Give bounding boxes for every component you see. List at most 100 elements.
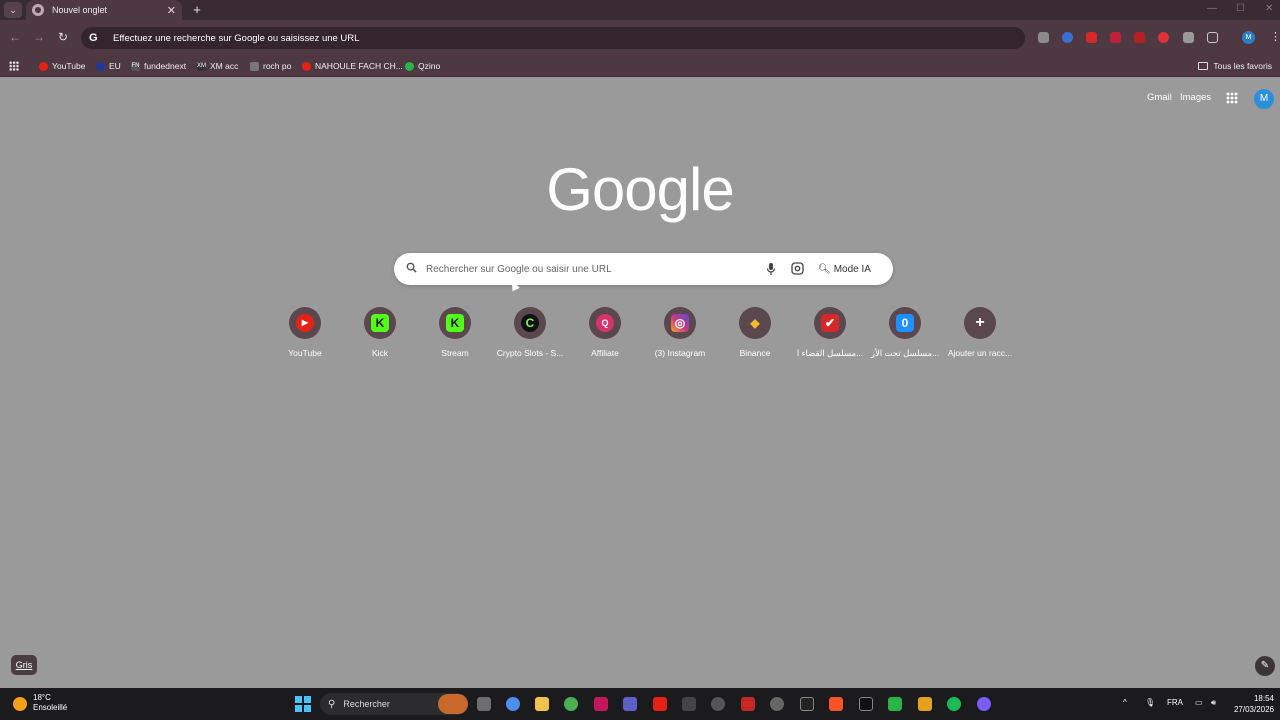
microphone-icon[interactable]: 🎙︎	[1145, 698, 1155, 707]
menu-icon[interactable]: ⋮	[1270, 30, 1280, 43]
bookmark-qzino[interactable]: Qzino	[405, 59, 440, 73]
shortcut-add[interactable]: + Ajouter un racc...	[942, 306, 1018, 358]
ai-search-icon: 🔍︎	[818, 263, 831, 275]
sun-icon[interactable]	[13, 697, 27, 711]
weather-condition: Ensoleillé	[33, 703, 68, 712]
shortcut-youtube[interactable]: ▶ YouTube	[267, 306, 343, 358]
app-icon[interactable]	[770, 697, 784, 711]
address-bar[interactable]: G Effectuez une recherche sur Google ou …	[81, 27, 1025, 49]
bookmark-label: roch po	[263, 61, 292, 71]
brave-icon[interactable]	[829, 697, 843, 711]
theme-chip[interactable]: Gris	[11, 655, 37, 675]
bookmark-label: fundednext	[144, 61, 187, 71]
volume-icon[interactable]: 🔊︎	[1211, 698, 1216, 708]
bookmark-label: Qzino	[418, 61, 441, 71]
app-icon[interactable]	[711, 697, 725, 711]
google-lens-icon[interactable]	[791, 262, 804, 275]
chrome-icon[interactable]	[564, 697, 578, 711]
shortcut-series-2[interactable]: 0 مسلسل تحت الأر...	[867, 306, 943, 359]
clock-date: 27/03/2026	[1233, 705, 1274, 714]
maximize-icon[interactable]: ☐	[1236, 3, 1245, 14]
app-icon[interactable]	[918, 697, 932, 711]
bookmark-fundednext[interactable]: FN fundednext	[131, 59, 186, 73]
all-bookmarks-label: Tous les favoris	[1213, 61, 1272, 71]
shortcut-tile: Q	[589, 307, 621, 339]
shortcut-series-1[interactable]: ✔ مسلسل القضاء ا...	[792, 306, 868, 359]
extension-icon[interactable]	[1038, 32, 1049, 43]
shortcut-tile: K	[364, 307, 396, 339]
microphone-icon[interactable]	[765, 262, 777, 276]
minimize-icon[interactable]: —	[1207, 3, 1217, 14]
reload-icon[interactable]: ↻	[56, 30, 70, 44]
language-indicator[interactable]: FRA	[1167, 698, 1183, 707]
bookmarks-bar: YouTube EU FN fundednext XM XM acc roch po…	[0, 56, 1280, 77]
weather-widget[interactable]: 18°C Ensoleillé	[33, 693, 67, 713]
shortcut-instagram[interactable]: ◎ (3) Instagram	[642, 306, 718, 358]
extension-icon[interactable]	[1086, 32, 1097, 43]
shortcut-kick[interactable]: K Kick	[342, 306, 418, 358]
task-view-icon[interactable]	[477, 697, 491, 711]
extension-icon[interactable]	[1062, 32, 1073, 43]
qzino-icon	[405, 61, 414, 71]
app-icon[interactable]	[741, 697, 755, 711]
shortcut-stream[interactable]: K Stream	[417, 306, 493, 358]
copilot-icon[interactable]	[506, 697, 520, 711]
profile-avatar[interactable]: M	[1242, 31, 1255, 44]
shortcut-affiliate[interactable]: Q Affiliate	[567, 306, 643, 358]
images-link[interactable]: Images	[1180, 92, 1211, 103]
taskbar: 18°C Ensoleillé ⚲ Rechercher ^ 🎙︎ FRA ▭ …	[0, 688, 1280, 720]
gmail-link[interactable]: Gmail	[1147, 92, 1172, 103]
bookmark-xm[interactable]: XM XM acc	[197, 59, 238, 73]
account-avatar[interactable]: M	[1254, 89, 1274, 109]
fundednext-icon: FN	[131, 61, 140, 71]
file-explorer-icon[interactable]	[535, 697, 549, 711]
forward-icon[interactable]: →	[32, 30, 46, 44]
tradingview-icon[interactable]	[859, 697, 873, 711]
network-icon[interactable]: ▭	[1195, 698, 1203, 707]
site-icon: 0	[896, 314, 914, 332]
clock[interactable]: 18:54 27/03/2026	[1232, 693, 1274, 715]
close-window-icon[interactable]: ✕	[1265, 3, 1273, 14]
customize-pencil-icon[interactable]: ✎	[1255, 656, 1275, 676]
google-apps-icon[interactable]	[1226, 92, 1238, 104]
shortcut-tile: C	[514, 307, 546, 339]
bookmark-youtube[interactable]: YouTube	[39, 59, 85, 73]
search-input[interactable]	[426, 259, 756, 279]
search-box[interactable]: 🔍︎Mode IA	[394, 253, 893, 285]
extension-icon[interactable]	[1110, 32, 1121, 43]
spotify-icon[interactable]	[947, 697, 961, 711]
discord-icon[interactable]	[977, 697, 991, 711]
puzzle-icon[interactable]	[1207, 32, 1218, 43]
shortcut-tile: +	[964, 307, 996, 339]
tab-new-tab[interactable]: Nouvel onglet ✕	[26, 0, 182, 20]
teams-icon[interactable]	[623, 697, 637, 711]
youtube-icon[interactable]	[653, 697, 667, 711]
chevron-up-icon[interactable]: ^	[1123, 698, 1127, 707]
bookmark-roch[interactable]: roch po	[250, 59, 291, 73]
close-tab-icon[interactable]: ✕	[167, 4, 176, 17]
ai-mode-label: Mode IA	[833, 263, 871, 275]
adblock-icon[interactable]	[1134, 32, 1145, 43]
all-bookmarks[interactable]: Tous les favoris	[1198, 59, 1272, 73]
taskbar-search[interactable]: ⚲ Rechercher	[320, 693, 468, 715]
google-logo: Google	[546, 156, 734, 223]
extension-icon[interactable]	[1183, 32, 1194, 43]
clock-time: 18:54	[1253, 694, 1274, 703]
apps-icon[interactable]	[9, 61, 19, 71]
fundednext-icon[interactable]	[682, 697, 696, 711]
back-icon[interactable]: ←	[8, 30, 22, 44]
shortcut-binance[interactable]: ◆ Binance	[717, 306, 793, 358]
xm-icon[interactable]	[800, 697, 814, 711]
checkmark-icon: ✔	[821, 314, 839, 332]
new-tab-button[interactable]: +	[190, 2, 204, 18]
app-icon[interactable]	[888, 697, 902, 711]
bookmark-nahoule[interactable]: NAHOULE FACH CH...	[302, 59, 403, 73]
windows-start-icon[interactable]	[295, 696, 311, 712]
bookmark-label: NAHOULE FACH CH...	[315, 61, 403, 71]
ai-mode-button[interactable]: 🔍︎ Mode IA	[818, 260, 871, 278]
tab-search-button[interactable]: ⌄	[4, 2, 22, 18]
extension-icon[interactable]	[1158, 32, 1169, 43]
app-icon[interactable]	[594, 697, 608, 711]
bookmark-eu[interactable]: EU	[96, 59, 121, 73]
shortcut-crypto-slots[interactable]: C Crypto Slots - S...	[492, 306, 568, 358]
